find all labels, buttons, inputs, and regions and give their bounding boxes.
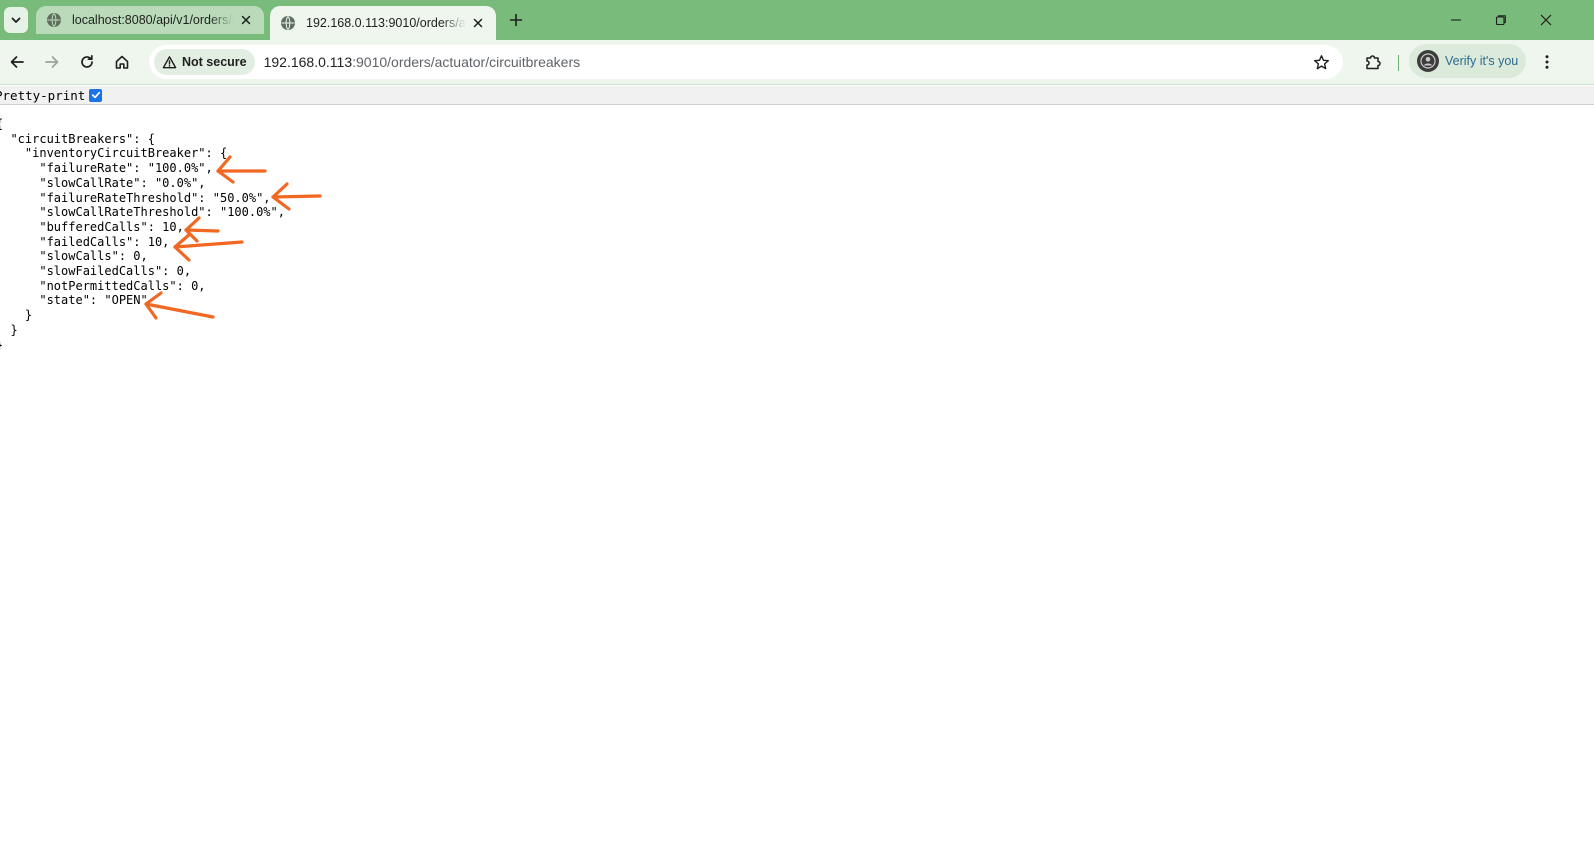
- security-chip[interactable]: Not secure: [154, 49, 255, 75]
- json-line: "slowCalls": 0,: [0, 249, 148, 264]
- restore-button[interactable]: [1487, 6, 1515, 34]
- tab-close-button[interactable]: [238, 12, 254, 28]
- json-line: "bufferedCalls": 10,: [0, 219, 184, 234]
- url-text[interactable]: 192.168.0.113:9010/orders/actuator/circu…: [264, 54, 581, 70]
- tab-close-button[interactable]: [470, 15, 486, 31]
- home-button[interactable]: [108, 48, 136, 76]
- pretty-print-checkbox[interactable]: [89, 88, 103, 102]
- pretty-print-label: Pretty-print: [0, 87, 86, 103]
- pretty-print-bar: Pretty-print: [0, 86, 1594, 105]
- address-bar[interactable]: Not secure 192.168.0.113:9010/orders/act…: [149, 45, 1343, 79]
- url-host: 192.168.0.113: [263, 54, 353, 70]
- json-line: {: [0, 117, 285, 132]
- json-line: "slowCallRate": "0.0%",: [0, 175, 206, 190]
- toolbar-separator: [1398, 55, 1399, 71]
- json-line: "failedCalls": 10,: [0, 234, 170, 249]
- warning-triangle-icon: [162, 55, 177, 68]
- json-response: { "circuitBreakers": { "inventoryCircuit…: [0, 117, 285, 352]
- json-line: "failureRate": "100.0%",: [0, 161, 213, 176]
- json-line: "state": "OPEN": [0, 293, 148, 308]
- json-line: "inventoryCircuitBreaker": {: [0, 146, 228, 161]
- minimize-icon: [1451, 19, 1461, 21]
- star-icon: [1313, 54, 1329, 69]
- forward-arrow-icon: [45, 56, 59, 68]
- bookmark-button[interactable]: [1311, 52, 1331, 72]
- profile-label: Verify it's you: [1445, 54, 1519, 68]
- back-button[interactable]: [3, 48, 31, 76]
- extensions-button[interactable]: [1359, 48, 1387, 76]
- tab-strip: localhost:8080/api/v1/orders/actuator 19…: [0, 0, 1594, 40]
- profile-button[interactable]: Verify it's you: [1409, 44, 1526, 78]
- json-line: }: [10, 322, 18, 337]
- puzzle-icon: [1366, 55, 1381, 70]
- profile-icon: [1420, 53, 1436, 69]
- new-tab-button[interactable]: [504, 8, 528, 32]
- close-icon: [241, 15, 251, 25]
- minimize-button[interactable]: [1442, 6, 1470, 34]
- back-arrow-icon: [10, 56, 24, 68]
- chevron-down-icon: [11, 17, 21, 23]
- tab-title: localhost:8080/api/v1/orders/actuator: [72, 13, 234, 27]
- globe-icon: [47, 13, 61, 27]
- json-line: }: [24, 308, 33, 323]
- restore-icon: [1495, 15, 1506, 26]
- json-line: }: [0, 338, 285, 353]
- close-icon: [473, 18, 483, 28]
- browser-menu-button[interactable]: [1533, 48, 1561, 76]
- json-line: "slowCallRateThreshold": "100.0%",: [0, 205, 285, 220]
- window-close-button[interactable]: [1532, 6, 1560, 34]
- tab-search-button[interactable]: [4, 7, 28, 33]
- plus-icon: [509, 13, 523, 27]
- close-icon: [1540, 14, 1552, 26]
- three-dots-icon: [1545, 55, 1549, 69]
- url-path: :9010/orders/actuator/circuitbreakers: [352, 54, 581, 70]
- reload-icon: [81, 54, 93, 68]
- forward-button[interactable]: [38, 48, 66, 76]
- home-icon: [115, 55, 129, 69]
- globe-icon: [281, 16, 295, 30]
- avatar: [1417, 50, 1439, 72]
- json-line: "circuitBreakers": {: [0, 131, 155, 146]
- browser-toolbar: Not secure 192.168.0.113:9010/orders/act…: [0, 40, 1594, 85]
- tab-circuitbreakers[interactable]: 192.168.0.113:9010/orders/actuator/circu…: [270, 6, 496, 40]
- json-line: "failureRateThreshold": "50.0%",: [0, 190, 271, 205]
- reload-button[interactable]: [73, 48, 101, 76]
- json-line: "notPermittedCalls": 0,: [0, 278, 206, 293]
- json-line: "slowFailedCalls": 0,: [0, 264, 192, 279]
- security-label: Not secure: [182, 55, 247, 69]
- tab-title: 192.168.0.113:9010/orders/actuator/circu…: [306, 16, 466, 30]
- checkmark-icon: [91, 91, 100, 99]
- tab-localhost[interactable]: localhost:8080/api/v1/orders/actuator: [36, 6, 264, 34]
